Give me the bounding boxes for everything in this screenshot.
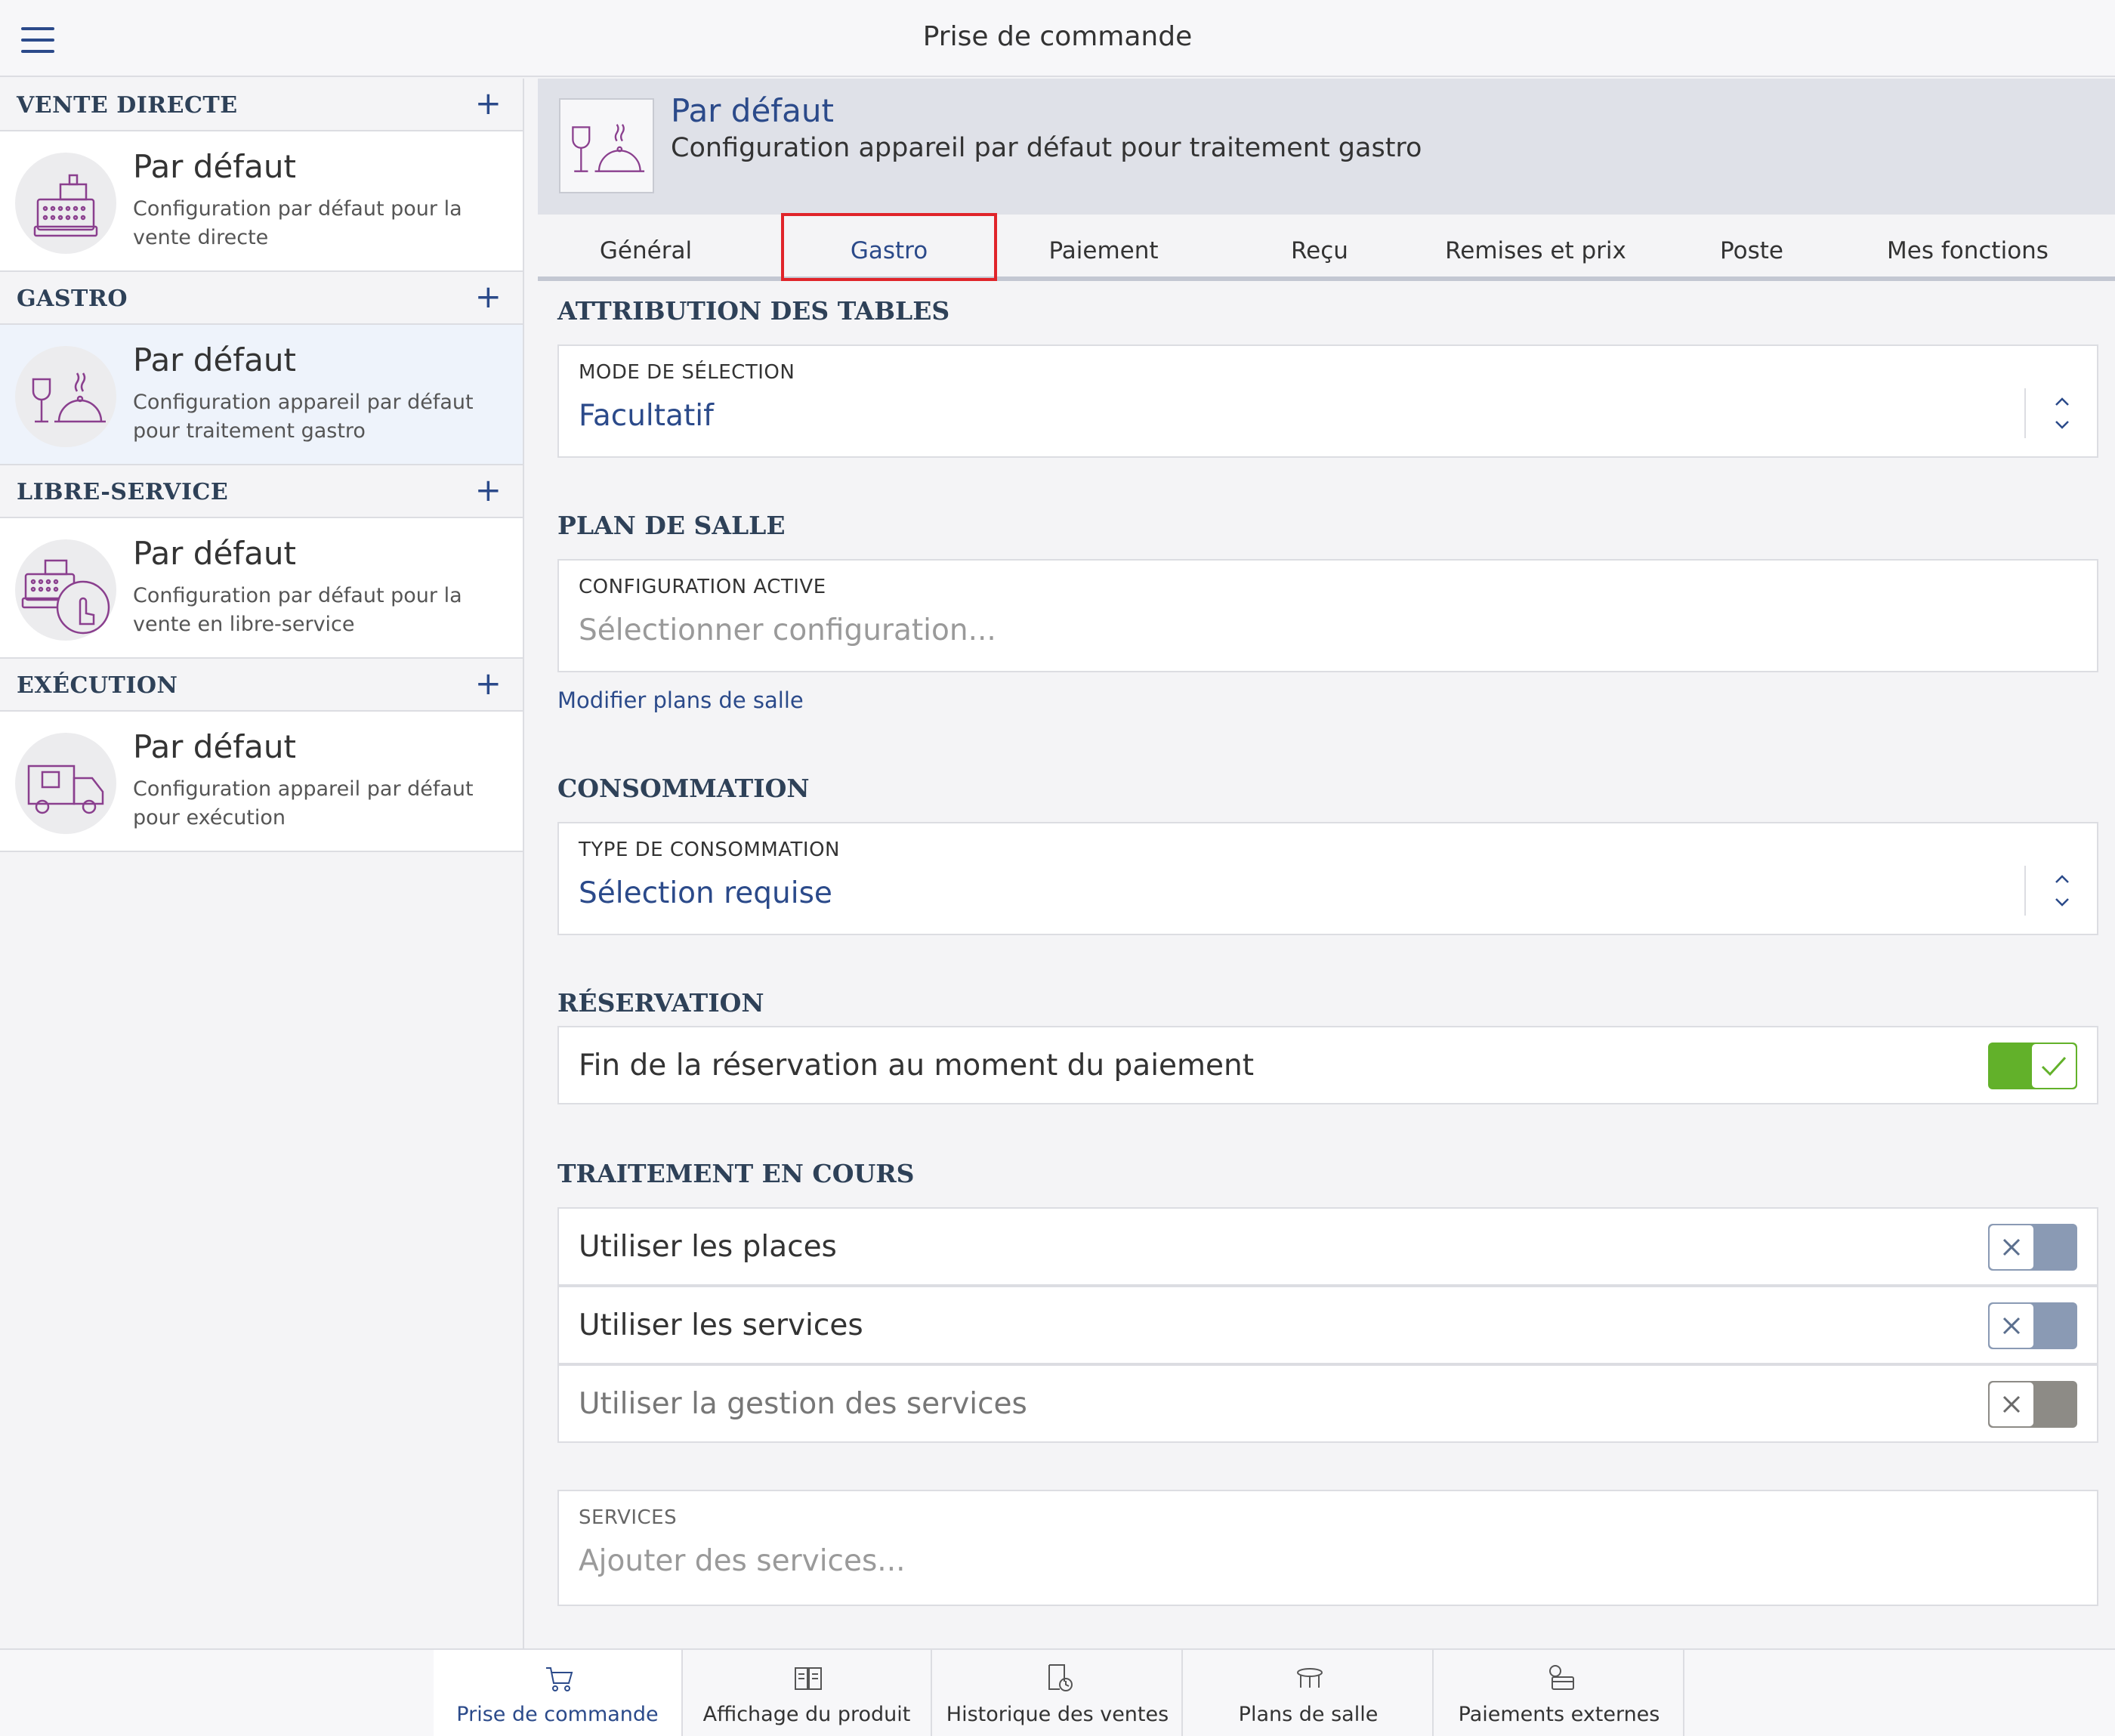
stepper-chevrons-icon[interactable] [2024, 866, 2097, 916]
section-title: VENTE DIRECTE [17, 92, 238, 119]
card-payment-icon [1549, 1665, 1574, 1690]
field-value: Facultatif [579, 399, 714, 433]
tab-poste[interactable]: Poste [1644, 215, 1860, 276]
item-description: Configuration par défaut pour la vente e… [133, 584, 462, 636]
cart-icon [546, 1667, 573, 1691]
sidebar-item-execution-default[interactable]: Par défaut Configuration appareil par dé… [0, 712, 523, 852]
edit-floor-plans-link[interactable]: Modifier plans de salle [557, 687, 804, 713]
section-heading-consommation: CONSOMMATION [557, 774, 810, 803]
item-description: Configuration appareil par défaut pour t… [133, 391, 474, 443]
item-title: Par défaut [133, 535, 296, 572]
field-placeholder: Ajouter des services... [579, 1544, 906, 1578]
row-label: Utiliser les places [579, 1230, 837, 1264]
item-description: Configuration par défaut pour la vente d… [133, 197, 462, 249]
field-label: CONFIGURATION ACTIVE [579, 576, 826, 598]
nav-label: Paiements externes [1458, 1703, 1660, 1726]
add-config-button[interactable]: + [475, 88, 502, 119]
row-label: Fin de la réservation au moment du paiem… [579, 1049, 1255, 1083]
tab-gastro[interactable]: Gastro [781, 213, 997, 281]
nav-historique-des-ventes[interactable]: Historique des ventes [934, 1650, 1183, 1736]
add-config-button[interactable]: + [475, 474, 502, 506]
field-value: Sélection requise [579, 876, 832, 910]
nav-label: Plans de salle [1238, 1703, 1379, 1726]
tab-paiement[interactable]: Paiement [996, 215, 1212, 276]
section-title: EXÉCUTION [17, 672, 178, 699]
use-seats-toggle[interactable] [1988, 1224, 2077, 1271]
sidebar-item-libre-service-default[interactable]: Par défaut Configuration par défaut pour… [0, 518, 523, 659]
checkmark-icon [2032, 1044, 2076, 1088]
item-title: Par défaut [133, 341, 296, 378]
section-title: LIBRE-SERVICE [17, 479, 229, 505]
item-title: Par défaut [133, 148, 296, 185]
use-seats-row: Utiliser les places [557, 1207, 2098, 1286]
wine-cloche-icon [559, 98, 654, 193]
item-title: Par défaut [133, 728, 296, 765]
delivery-truck-icon [15, 733, 116, 834]
menu-book-icon [795, 1667, 822, 1690]
receipt-clock-icon [1048, 1664, 1073, 1691]
nav-label: Affichage du produit [702, 1703, 911, 1726]
reservation-end-row: Fin de la réservation au moment du paiem… [557, 1026, 2098, 1104]
config-description: Configuration appareil par défaut pour t… [671, 133, 1422, 163]
sidebar: VENTE DIRECTE + Par défaut Configuration… [0, 79, 524, 1648]
reservation-end-toggle[interactable] [1988, 1043, 2077, 1089]
app-title: Prise de commande [922, 21, 1193, 52]
field-label: TYPE DE CONSOMMATION [579, 839, 840, 861]
services-field[interactable]: SERVICES Ajouter des services... [557, 1490, 2098, 1606]
consumption-type-select[interactable]: TYPE DE CONSOMMATION Sélection requise [557, 822, 2098, 935]
config-title: Par défaut [671, 92, 834, 129]
section-heading-attribution: ATTRIBUTION DES TABLES [557, 296, 950, 326]
use-services-row: Utiliser les services [557, 1286, 2098, 1364]
section-heading-reservation: RÉSERVATION [557, 988, 764, 1018]
close-icon [1990, 1304, 2033, 1348]
add-config-button[interactable]: + [475, 281, 502, 313]
row-label: Utiliser la gestion des services [579, 1387, 1027, 1421]
section-header-execution: EXÉCUTION + [0, 659, 523, 712]
section-heading-plan-de-salle: PLAN DE SALLE [557, 511, 786, 540]
stepper-chevrons-icon[interactable] [2024, 388, 2097, 438]
use-service-management-toggle[interactable] [1988, 1381, 2077, 1428]
sidebar-item-vente-directe-default[interactable]: Par défaut Configuration par défaut pour… [0, 131, 523, 272]
field-label: MODE DE SÉLECTION [579, 361, 795, 384]
sidebar-item-gastro-default[interactable]: Par défaut Configuration appareil par dé… [0, 325, 523, 465]
item-description: Configuration appareil par défaut pour e… [133, 777, 474, 829]
nav-plans-de-salle[interactable]: Plans de salle [1184, 1650, 1434, 1736]
wine-cloche-icon [15, 346, 116, 447]
bottom-navigation: Prise de commande Affichage du produit H… [0, 1648, 2115, 1736]
config-header: Par défaut Configuration appareil par dé… [538, 79, 2115, 215]
close-icon [1990, 1225, 2033, 1269]
tab-recu[interactable]: Reçu [1212, 215, 1428, 276]
close-icon [1990, 1382, 2033, 1426]
main-panel: Par défaut Configuration appareil par dé… [538, 79, 2115, 1648]
top-bar: Prise de commande [0, 0, 2115, 77]
field-label: SERVICES [579, 1506, 678, 1529]
section-heading-traitement: TRAITEMENT EN COURS [557, 1159, 915, 1188]
section-header-gastro: GASTRO + [0, 272, 523, 325]
add-config-button[interactable]: + [475, 668, 502, 700]
tab-mes-fonctions[interactable]: Mes fonctions [1860, 215, 2076, 276]
active-configuration-field[interactable]: CONFIGURATION ACTIVE Sélectionner config… [557, 559, 2098, 672]
tab-general[interactable]: Général [538, 215, 754, 276]
cash-register-icon [15, 153, 116, 254]
row-label: Utiliser les services [579, 1308, 863, 1342]
nav-prise-de-commande[interactable]: Prise de commande [434, 1650, 683, 1736]
selection-mode-select[interactable]: MODE DE SÉLECTION Facultatif [557, 344, 2098, 458]
section-header-libre-service: LIBRE-SERVICE + [0, 465, 523, 518]
tab-bar: Général Gastro Paiement Reçu Remises et … [538, 213, 2115, 281]
use-services-toggle[interactable] [1988, 1302, 2077, 1349]
section-header-vente-directe: VENTE DIRECTE + [0, 79, 523, 131]
self-service-icon [15, 539, 116, 641]
use-service-management-row: Utiliser la gestion des services [557, 1364, 2098, 1443]
nav-label: Historique des ventes [946, 1703, 1169, 1726]
tab-remises-et-prix[interactable]: Remises et prix [1428, 215, 1644, 276]
nav-label: Prise de commande [456, 1703, 659, 1726]
nav-paiements-externes[interactable]: Paiements externes [1435, 1650, 1684, 1736]
field-placeholder: Sélectionner configuration... [579, 613, 996, 647]
nav-affichage-du-produit[interactable]: Affichage du produit [683, 1650, 932, 1736]
section-title: GASTRO [17, 286, 128, 312]
table-icon [1297, 1668, 1323, 1688]
